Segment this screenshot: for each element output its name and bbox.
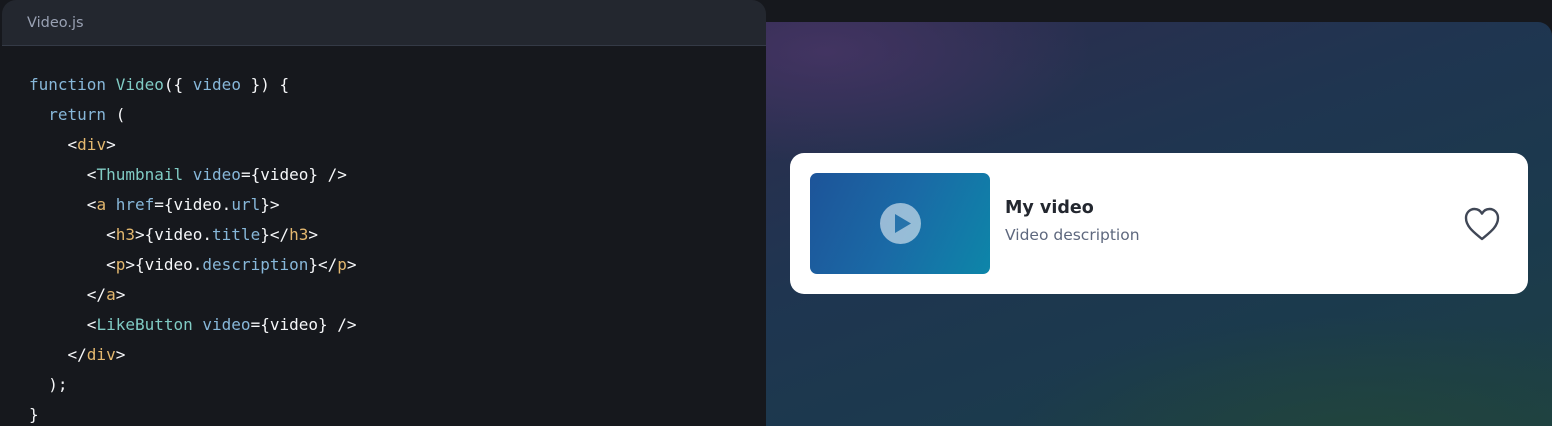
code-token: > (346, 255, 357, 274)
code-token: }> (260, 195, 280, 214)
code-token: div (86, 345, 116, 364)
code-line: ); (29, 370, 766, 400)
code-token: video. (173, 195, 232, 214)
code-token: < (29, 195, 97, 214)
code-token: div (77, 135, 107, 154)
code-token: h3 (115, 225, 135, 244)
code-token: } /> (318, 315, 357, 334)
video-thumbnail[interactable] (810, 173, 990, 274)
video-title[interactable]: My video (1005, 198, 1094, 218)
code-token: p (115, 255, 126, 274)
code-token: Thumbnail (96, 165, 184, 184)
code-token: < (29, 165, 97, 184)
code-token: video (192, 315, 251, 334)
code-line: <Thumbnail video={video} /> (29, 160, 766, 190)
code-line: return ( (29, 100, 766, 130)
code-token: }</ (308, 255, 338, 274)
code-line: <h3>{video.title}</h3> (29, 220, 766, 250)
code-line: <a href={video.url}> (29, 190, 766, 220)
app-root: Video.js function Video({ video }) { ret… (0, 0, 1552, 426)
code-token: > (115, 345, 126, 364)
code-token: ( (115, 105, 126, 124)
code-token: </ (29, 345, 87, 364)
code-token: function (29, 75, 116, 94)
like-button[interactable] (1462, 205, 1502, 243)
code-token: ={ (154, 195, 174, 214)
code-token: ={ (250, 315, 270, 334)
code-token: }) { (240, 75, 290, 94)
play-icon[interactable] (880, 203, 921, 244)
code-body[interactable]: function Video({ video }) { return ( <di… (2, 46, 766, 426)
code-token: >{ (134, 225, 155, 244)
code-token: video (269, 315, 318, 334)
code-token: ({ (163, 75, 193, 94)
code-token: ); (29, 375, 68, 394)
code-token: return (29, 105, 116, 124)
code-token: video (192, 75, 241, 94)
code-token: > (115, 285, 126, 304)
code-token: href (106, 195, 155, 214)
code-token: Video (115, 75, 164, 94)
code-line: <div> (29, 130, 766, 160)
code-token: video (183, 165, 241, 184)
code-token: video (260, 165, 309, 184)
code-token: }</ (260, 225, 290, 244)
code-token: LikeButton (96, 315, 193, 334)
code-token: } (29, 405, 39, 424)
code-token: > (106, 135, 116, 154)
code-token: ={ (240, 165, 261, 184)
code-editor-panel: Video.js function Video({ video }) { ret… (2, 0, 766, 426)
code-token: url (231, 195, 261, 214)
code-token: < (29, 225, 116, 244)
code-token: a (106, 285, 116, 304)
code-token: title (212, 225, 261, 244)
code-token: } /> (308, 165, 347, 184)
code-token: a (96, 195, 107, 214)
code-token: h3 (289, 225, 309, 244)
video-card: My video Video description (790, 153, 1528, 294)
code-token: < (29, 135, 78, 154)
video-description: Video description (1005, 226, 1140, 244)
preview-panel: My video Video description (766, 22, 1552, 426)
code-line: <LikeButton video={video} /> (29, 310, 766, 340)
code-line: function Video({ video }) { (29, 70, 766, 100)
code-line: </a> (29, 280, 766, 310)
code-tab-bar: Video.js (2, 0, 766, 46)
code-token: description (202, 255, 309, 274)
code-line: <p>{video.description}</p> (29, 250, 766, 280)
code-token: </ (29, 285, 107, 304)
code-token: < (29, 315, 97, 334)
code-line: } (29, 400, 766, 426)
code-token: p (337, 255, 347, 274)
code-token: > (308, 225, 319, 244)
code-token: >{ (125, 255, 145, 274)
file-tab[interactable]: Video.js (27, 15, 84, 31)
code-line: </div> (29, 340, 766, 370)
heart-icon (1464, 207, 1500, 241)
code-token: < (29, 255, 116, 274)
code-token: video. (144, 255, 203, 274)
code-token: video. (154, 225, 213, 244)
